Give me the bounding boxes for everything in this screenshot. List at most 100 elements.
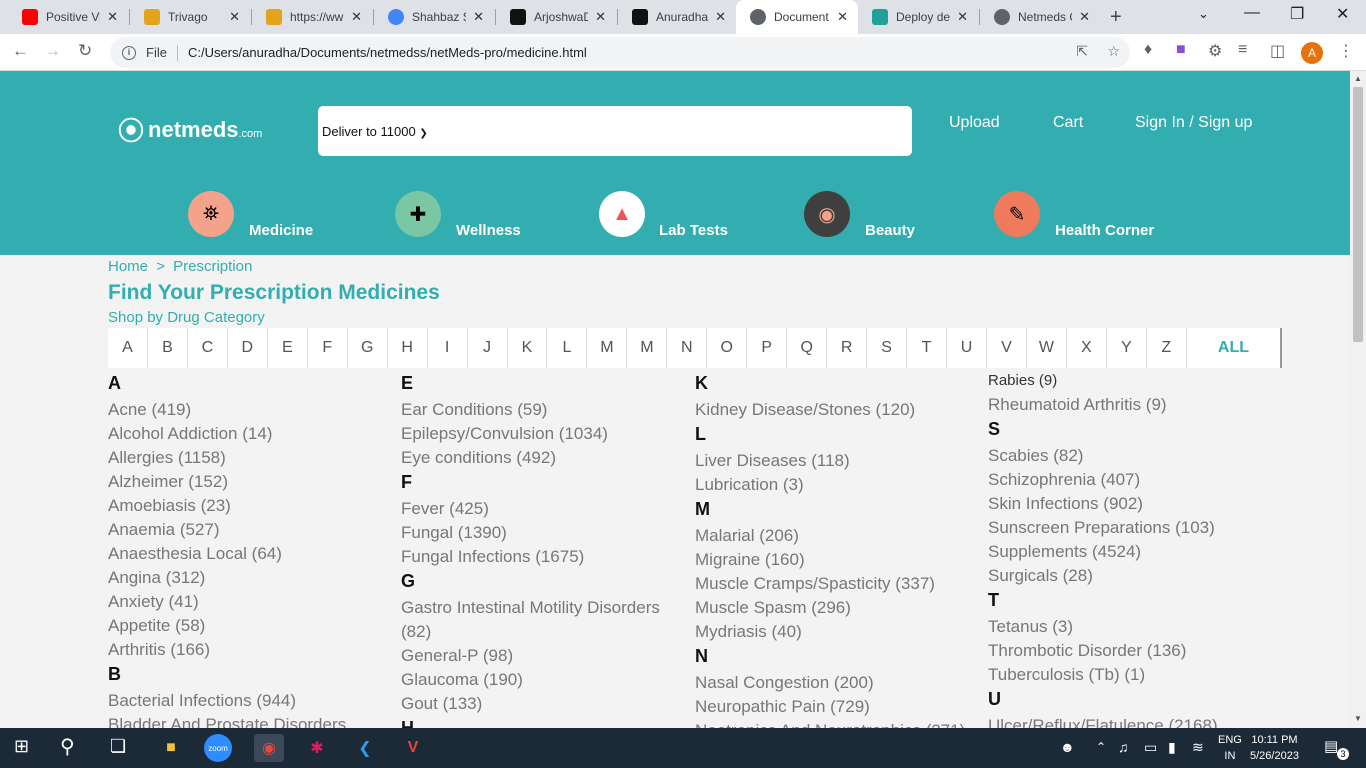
category-link[interactable]: Bladder And Prostate Disorders: [108, 713, 398, 728]
breadcrumb-current[interactable]: Prescription: [173, 258, 252, 275]
alpha-filter-t[interactable]: T: [907, 328, 948, 368]
alpha-filter-n[interactable]: N: [667, 328, 708, 368]
netmeds-logo[interactable]: ⦿ netmeds .com: [118, 111, 262, 148]
alpha-filter-m[interactable]: M: [627, 328, 668, 368]
tab-8[interactable]: Deploy det ✕: [858, 0, 978, 34]
alpha-filter-d[interactable]: D: [228, 328, 268, 368]
chevron-up-icon[interactable]: ⌃: [1096, 740, 1106, 754]
reload-icon[interactable]: ↻: [78, 41, 92, 61]
category-link[interactable]: Anaemia (527): [108, 518, 398, 542]
alpha-filter-v[interactable]: V: [987, 328, 1027, 368]
profile-avatar[interactable]: A: [1301, 42, 1323, 64]
new-tab-button[interactable]: +: [1110, 6, 1122, 29]
address-bar[interactable]: i File C:/Users/anuradha/Documents/netme…: [110, 37, 1130, 68]
puzzle-extensions-icon[interactable]: ⚙: [1208, 41, 1222, 61]
category-link[interactable]: Liver Diseases (118): [695, 449, 985, 473]
category-link[interactable]: Anxiety (41): [108, 590, 398, 614]
alpha-filter-w[interactable]: W: [1027, 328, 1067, 368]
category-link[interactable]: Epilepsy/Convulsion (1034): [401, 422, 691, 446]
category-link[interactable]: Rheumatoid Arthritis (9): [988, 393, 1278, 417]
category-link[interactable]: Kidney Disease/Stones (120): [695, 398, 985, 422]
category-link[interactable]: Fever (425): [401, 497, 691, 521]
alpha-filter-b[interactable]: B: [148, 328, 188, 368]
category-link[interactable]: Ear Conditions (59): [401, 398, 691, 422]
scrollbar-thumb[interactable]: [1353, 87, 1363, 342]
back-icon[interactable]: ←: [12, 41, 29, 61]
close-window-button[interactable]: ✕: [1336, 4, 1349, 24]
tab-4[interactable]: Shahbaz Sh ✕: [374, 0, 494, 34]
signin-link[interactable]: Sign In / Sign up: [1135, 114, 1252, 132]
extension-icon-1[interactable]: ♦: [1144, 41, 1152, 59]
category-link[interactable]: Tetanus (3): [988, 615, 1278, 639]
system-clock[interactable]: 10:11 PM 5/26/2023: [1250, 732, 1299, 764]
tab-close-icon[interactable]: ✕: [107, 9, 118, 25]
menu-kebab-icon[interactable]: ⋮: [1338, 41, 1354, 61]
people-icon[interactable]: ☻: [1060, 739, 1075, 755]
alpha-filter-i[interactable]: I: [428, 328, 468, 368]
alpha-filter-g[interactable]: G: [348, 328, 388, 368]
wifi-icon[interactable]: ≋: [1192, 739, 1204, 756]
category-link[interactable]: Acne (419): [108, 398, 398, 422]
category-link[interactable]: Skin Infections (902): [988, 492, 1278, 516]
alpha-filter-x[interactable]: X: [1067, 328, 1107, 368]
alpha-filter-a[interactable]: A: [108, 328, 148, 368]
tab-6[interactable]: Anuradhag ✕: [618, 0, 736, 34]
tab-2[interactable]: Trivago ✕: [130, 0, 250, 34]
file-explorer-icon[interactable]: ■: [156, 734, 186, 762]
tab-close-icon[interactable]: ✕: [473, 9, 484, 25]
task-view-icon[interactable]: ❏: [110, 736, 126, 757]
tab-close-icon[interactable]: ✕: [1079, 9, 1090, 25]
scroll-up-arrow-icon[interactable]: ▲: [1354, 74, 1362, 83]
alpha-filter-y[interactable]: Y: [1107, 328, 1147, 368]
category-link[interactable]: Scabies (82): [988, 444, 1278, 468]
scroll-down-arrow-icon[interactable]: ▼: [1354, 714, 1362, 723]
category-link[interactable]: Allergies (1158): [108, 446, 398, 470]
info-icon[interactable]: i: [122, 45, 136, 60]
alpha-filter-f[interactable]: F: [308, 328, 348, 368]
search-icon[interactable]: ⚲: [60, 734, 75, 759]
category-link[interactable]: Fungal (1390): [401, 521, 691, 545]
tab-close-icon[interactable]: ✕: [837, 9, 848, 25]
alpha-filter-s[interactable]: S: [867, 328, 908, 368]
alpha-filter-r[interactable]: R: [827, 328, 868, 368]
category-link[interactable]: Tuberculosis (Tb) (1): [988, 663, 1278, 687]
category-link[interactable]: Angina (312): [108, 566, 398, 590]
bookmark-star-icon[interactable]: ☆: [1107, 43, 1120, 59]
alpha-filter-all[interactable]: ALL: [1187, 328, 1280, 368]
category-link[interactable]: Sunscreen Preparations (103): [988, 516, 1278, 540]
category-link[interactable]: Arthritis (166): [108, 638, 398, 662]
category-link[interactable]: Nasal Congestion (200): [695, 671, 985, 695]
language-indicator[interactable]: ENG IN: [1218, 732, 1242, 764]
category-link[interactable]: Muscle Cramps/Spasticity (337): [695, 572, 985, 596]
restore-button[interactable]: ❐: [1290, 4, 1304, 24]
alpha-filter-p[interactable]: P: [747, 328, 788, 368]
category-link[interactable]: Migraine (160): [695, 548, 985, 572]
category-link[interactable]: Fungal Infections (1675): [401, 545, 691, 569]
zoom-icon[interactable]: zoom: [204, 734, 232, 762]
extension-icon-2[interactable]: ■: [1176, 41, 1186, 59]
tab-7[interactable]: Document ✕: [736, 0, 858, 34]
alpha-filter-h[interactable]: H: [388, 328, 428, 368]
alpha-filter-j[interactable]: J: [468, 328, 508, 368]
chrome-icon[interactable]: ◉: [254, 734, 284, 762]
share-icon[interactable]: ⇱: [1076, 43, 1088, 59]
category-link[interactable]: Glaucoma (190): [401, 668, 691, 692]
category-link[interactable]: Surgicals (28): [988, 564, 1278, 588]
alpha-filter-o[interactable]: O: [707, 328, 748, 368]
tab-close-icon[interactable]: ✕: [595, 9, 606, 25]
windows-start-icon[interactable]: ⊞: [14, 736, 29, 757]
category-link[interactable]: Supplements (4524): [988, 540, 1278, 564]
cart-link[interactable]: Cart: [1053, 114, 1083, 132]
search-bar[interactable]: Deliver to 11000 ❯: [318, 106, 912, 156]
category-link[interactable]: Lubrication (3): [695, 473, 985, 497]
tab-1[interactable]: Positive Vib ✕: [8, 0, 128, 34]
tab-close-icon[interactable]: ✕: [957, 9, 968, 25]
vivaldi-icon[interactable]: V: [398, 734, 428, 762]
reading-list-icon[interactable]: ≡: [1238, 41, 1247, 59]
minimize-button[interactable]: —: [1244, 4, 1260, 22]
category-link[interactable]: Bacterial Infections (944): [108, 689, 398, 713]
category-link[interactable]: Appetite (58): [108, 614, 398, 638]
alpha-filter-k[interactable]: K: [508, 328, 548, 368]
category-link[interactable]: Malarial (206): [695, 524, 985, 548]
alpha-filter-m[interactable]: M: [587, 328, 628, 368]
